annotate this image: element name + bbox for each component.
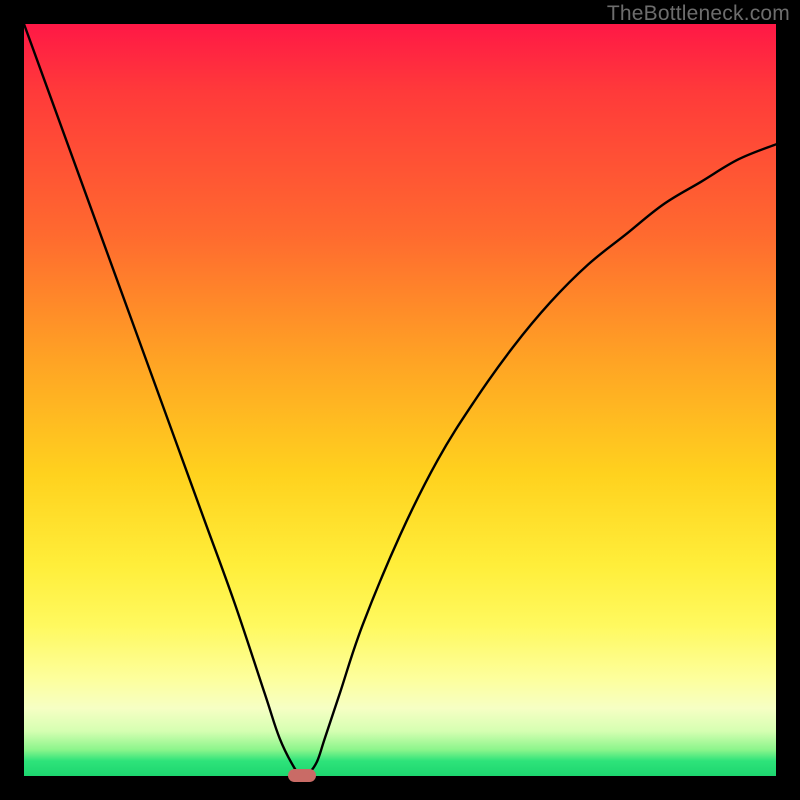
bottleneck-curve (24, 24, 776, 776)
plot-area (24, 24, 776, 776)
chart-frame: TheBottleneck.com (0, 0, 800, 800)
watermark-text: TheBottleneck.com (607, 2, 790, 26)
optimal-marker (288, 769, 316, 782)
